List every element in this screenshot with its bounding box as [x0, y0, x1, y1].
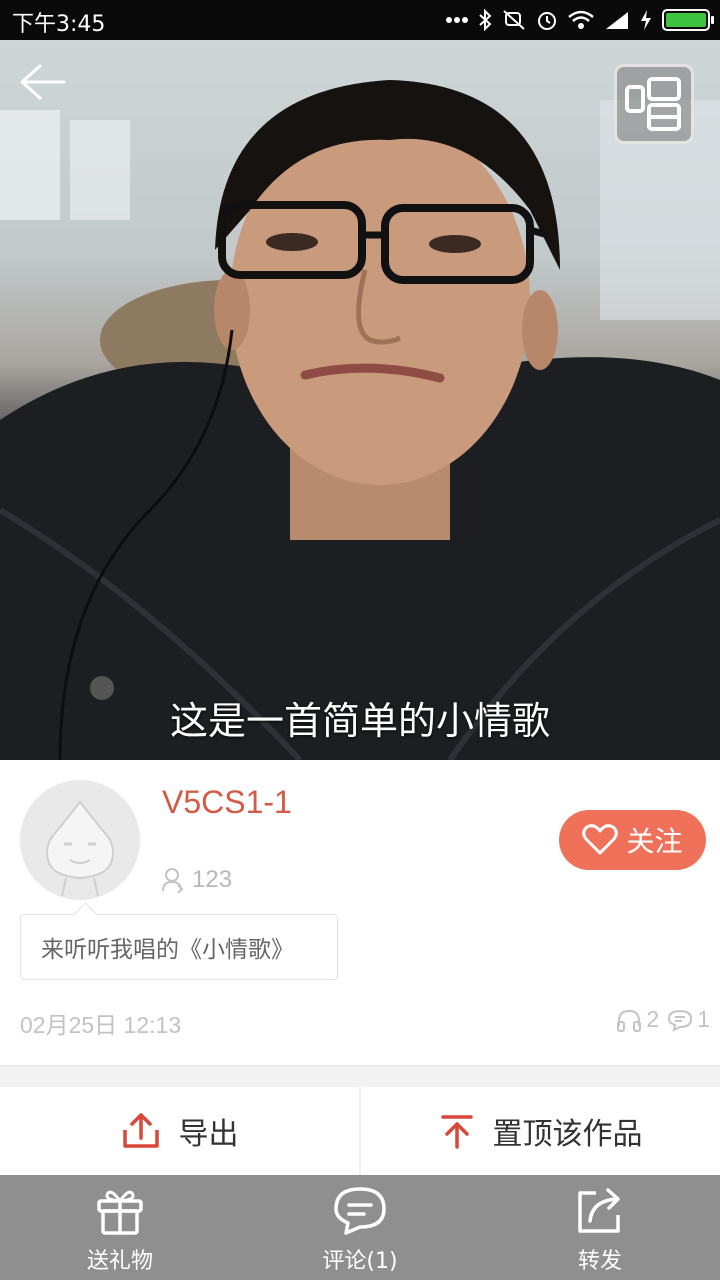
fans-count-value: 123: [192, 866, 233, 893]
back-arrow-icon: [20, 64, 66, 100]
comment-stat: 1: [667, 1006, 710, 1033]
comment-bubble-icon: [668, 1009, 693, 1032]
status-icons: [446, 6, 714, 34]
bluetooth-icon: [478, 9, 492, 31]
avatar[interactable]: [20, 780, 140, 900]
video-frame: [0, 80, 720, 760]
charging-icon: [640, 9, 652, 31]
export-button[interactable]: 导出: [0, 1087, 359, 1175]
fans-count: 123: [160, 866, 232, 894]
default-avatar-icon: [46, 800, 114, 897]
listen-stat: 2: [616, 1006, 659, 1033]
more-dots-icon: [446, 16, 468, 24]
work-info-card: V5CS1-1 123 关注 来听听我唱的《小情歌》 02月25日 12:13 …: [0, 760, 720, 1065]
section-divider: [0, 1065, 720, 1087]
lyric-subtitle: 这是一首简单的小情歌: [169, 699, 550, 743]
sing-logo-icon: [614, 64, 694, 144]
status-bar: 下午3:45: [0, 0, 720, 40]
gift-icon: [97, 1190, 143, 1235]
export-icon: [122, 1113, 159, 1148]
headphones-icon: [617, 1009, 642, 1032]
work-description: 来听听我唱的《小情歌》: [20, 914, 338, 980]
status-time: 下午3:45: [12, 12, 106, 37]
username[interactable]: V5CS1-1: [162, 784, 292, 821]
tab-share-label: 转发: [577, 1249, 622, 1274]
tab-share[interactable]: 转发: [480, 1175, 720, 1280]
share-icon: [578, 1188, 620, 1233]
post-time: 02月25日 12:13: [20, 1012, 182, 1038]
bottom-tab-bar: 送礼物 评论(1) 转发: [0, 1175, 720, 1280]
heart-icon: [582, 824, 619, 855]
video-player[interactable]: 这是一首简单的小情歌: [0, 40, 720, 760]
fans-icon: [162, 868, 184, 893]
back-button[interactable]: [18, 62, 66, 102]
follow-button[interactable]: 关注: [559, 810, 706, 870]
tab-comment-label: 评论(1): [322, 1249, 398, 1274]
follow-label: 关注: [626, 825, 683, 858]
listen-count: 2: [646, 1006, 660, 1032]
pin-work-button[interactable]: 置顶该作品: [361, 1087, 720, 1175]
export-label: 导出: [178, 1117, 239, 1152]
wifi-icon: [568, 10, 594, 30]
tab-gift[interactable]: 送礼物: [0, 1175, 240, 1280]
work-stats: 2 1: [616, 1006, 710, 1033]
mute-icon: [502, 9, 526, 31]
tab-gift-label: 送礼物: [86, 1249, 153, 1274]
pin-label: 置顶该作品: [492, 1117, 643, 1152]
alarm-icon: [536, 9, 558, 31]
comment-count: 1: [697, 1006, 710, 1032]
tab-comment[interactable]: 评论(1): [240, 1175, 480, 1280]
action-row: 导出 置顶该作品: [0, 1087, 720, 1175]
battery-icon: [662, 9, 714, 31]
signal-icon: [604, 10, 630, 30]
pin-top-icon: [440, 1115, 473, 1149]
comment-icon: [334, 1187, 386, 1235]
